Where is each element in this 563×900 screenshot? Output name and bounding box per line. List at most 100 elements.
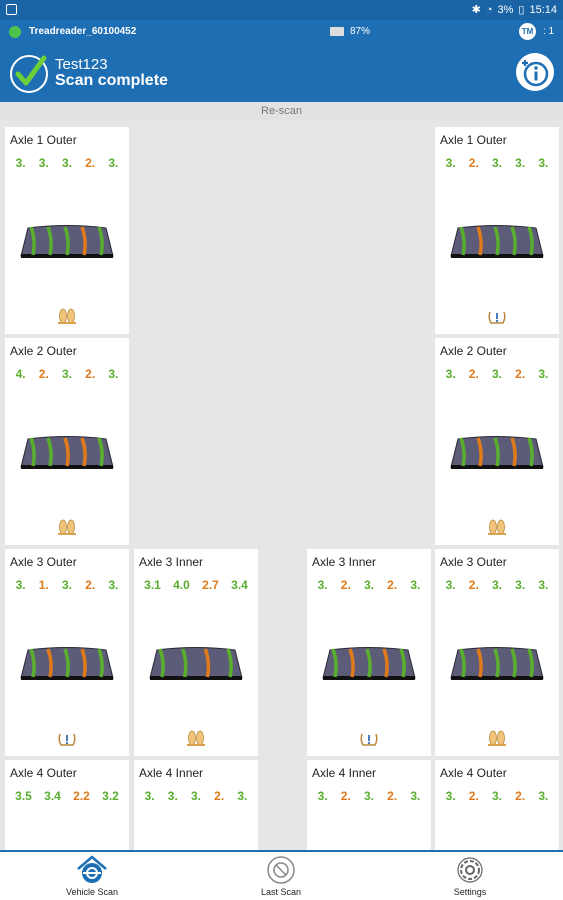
tread-depth-value: 2.2: [73, 789, 90, 803]
pressure-icon: [488, 311, 506, 324]
tread-depth-value: 3.: [15, 578, 26, 592]
tread-depth-value: 3.: [445, 789, 456, 803]
tire-card[interactable]: Axle 1 Outer 3. 2. 3. 3. 3.: [435, 127, 559, 334]
tire-card[interactable]: Axle 2 Outer 3. 2. 3. 2. 3.: [435, 338, 559, 545]
tire-card[interactable]: Axle 4 Outer 3.5 3.4 2.2 3.2: [5, 760, 129, 850]
tread-depth-value: 3.: [491, 789, 502, 803]
tire-tread-icon: [450, 647, 544, 680]
vehicle-scan-icon: [77, 855, 107, 883]
tread-depth-value: 2.: [85, 367, 96, 381]
status-icon-wrap: [487, 730, 507, 753]
tread-depth-value: 3.: [190, 789, 201, 803]
tire-tread-image: [19, 223, 115, 264]
tread-depth-value: 3.: [61, 156, 72, 170]
feet-icon: [187, 730, 205, 746]
nav-settings[interactable]: Settings: [425, 855, 515, 897]
nav-label: Settings: [453, 887, 487, 897]
tread-depth-value: 3.: [491, 578, 502, 592]
status-icon-wrap: [57, 730, 77, 753]
tire-card[interactable]: Axle 3 Outer 3. 1. 3. 2. 3.: [5, 549, 129, 756]
feet-icon: [488, 730, 506, 746]
tread-depth-value: 3.: [61, 367, 72, 381]
status-icon-wrap: [57, 519, 77, 542]
tire-position-label: Axle 4 Outer: [440, 766, 507, 780]
tread-depth-value: 3.: [491, 156, 502, 170]
tread-depth-value: 2.: [468, 367, 479, 381]
tread-depth-value: 3.: [363, 789, 374, 803]
tire-tread-image: [19, 645, 115, 686]
tread-depth-value: 3.: [410, 578, 421, 592]
tire-tread-image: [321, 645, 417, 686]
tire-tread-image: [449, 645, 545, 686]
tread-depth-value: 2.: [515, 367, 526, 381]
tread-depth-row: 3. 1. 3. 2. 3.: [9, 578, 125, 592]
tread-depth-value: 3.4: [231, 578, 248, 592]
tread-depth-value: 3.: [538, 367, 549, 381]
tread-depth-value: 3.: [144, 789, 155, 803]
tire-tread-image: [449, 223, 545, 264]
tread-depth-value: 4.: [15, 367, 26, 381]
tread-depth-row: 3. 2. 3. 3. 3.: [439, 578, 555, 592]
tread-depth-value: 2.7: [202, 578, 219, 592]
tire-position-label: Axle 3 Inner: [139, 555, 204, 569]
tread-depth-value: 4.0: [173, 578, 190, 592]
tire-tread-icon: [322, 647, 416, 680]
tread-depth-row: 3. 2. 3. 2. 3.: [439, 367, 555, 381]
tread-depth-value: 3.2: [102, 789, 119, 803]
tire-card[interactable]: Axle 3 Inner 3.1 4.0 2.7 3.4: [134, 549, 258, 756]
device-bar: Treadreader_60100452 87% TM : 1: [0, 20, 563, 44]
connection-status-icon: [9, 26, 21, 38]
tread-depth-value: 2.: [340, 789, 351, 803]
wifi-icon: ◔: [485, 3, 493, 16]
pressure-icon: [58, 733, 76, 746]
battery-percent: 3%: [497, 3, 514, 16]
feet-icon: [58, 308, 76, 324]
tread-depth-value: 3.: [445, 367, 456, 381]
tire-position-label: Axle 4 Outer: [10, 766, 77, 780]
info-icon[interactable]: [514, 51, 556, 93]
page-title: Scan complete: [55, 72, 168, 89]
tread-depth-value: 3.: [237, 789, 248, 803]
tire-card[interactable]: Axle 3 Outer 3. 2. 3. 3. 3.: [435, 549, 559, 756]
tire-card[interactable]: Axle 3 Inner 3. 2. 3. 2. 3.: [307, 549, 431, 756]
status-icon-wrap: [57, 308, 77, 331]
tread-depth-value: 3.5: [15, 789, 32, 803]
clock: 15:14: [529, 3, 557, 16]
tm-badge-icon[interactable]: TM: [519, 23, 536, 40]
nav-vehicle-scan[interactable]: Vehicle Scan: [47, 855, 137, 897]
tread-depth-row: 3.5 3.4 2.2 3.2: [9, 789, 125, 803]
tread-depth-value: 3.: [317, 578, 328, 592]
tire-card[interactable]: Axle 4 Outer 3. 2. 3. 2. 3.: [435, 760, 559, 850]
tire-tread-icon: [450, 436, 544, 469]
tread-depth-value: 3.: [15, 156, 26, 170]
tread-depth-value: 3.: [108, 367, 119, 381]
status-icon-wrap: [487, 519, 507, 542]
tread-depth-value: 3.1: [144, 578, 161, 592]
pressure-icon: [360, 733, 378, 746]
tread-depth-row: 3.1 4.0 2.7 3.4: [138, 578, 254, 592]
feet-icon: [488, 519, 506, 535]
tread-depth-row: 3. 2. 3. 2. 3.: [311, 789, 427, 803]
rescan-button[interactable]: Re-scan: [0, 102, 563, 120]
tread-depth-value: 3.4: [44, 789, 61, 803]
tread-depth-value: 3.: [108, 578, 119, 592]
tire-position-label: Axle 4 Inner: [312, 766, 377, 780]
tire-card[interactable]: Axle 4 Inner 3. 2. 3. 2. 3.: [307, 760, 431, 850]
tire-card[interactable]: Axle 4 Inner 3. 3. 3. 2. 3.: [134, 760, 258, 850]
status-icon-wrap: [186, 730, 206, 753]
battery-icon: ▯: [518, 4, 525, 16]
tire-tread-icon: [20, 436, 114, 469]
tread-depth-row: 3. 2. 3. 3. 3.: [439, 156, 555, 170]
tread-depth-value: 3.: [167, 789, 178, 803]
tire-position-label: Axle 3 Outer: [10, 555, 77, 569]
tire-card[interactable]: Axle 2 Outer 4. 2. 3. 2. 3.: [5, 338, 129, 545]
tire-card[interactable]: Axle 1 Outer 3. 3. 3. 2. 3.: [5, 127, 129, 334]
scan-name: Test123: [55, 56, 108, 73]
tread-depth-value: 2.: [468, 156, 479, 170]
tread-depth-value: 3.: [363, 578, 374, 592]
tire-position-label: Axle 4 Inner: [139, 766, 204, 780]
tire-tread-icon: [450, 225, 544, 258]
nav-last-scan[interactable]: Last Scan: [236, 855, 326, 897]
tread-depth-value: 1.: [38, 578, 49, 592]
tread-depth-row: 3. 2. 3. 2. 3.: [439, 789, 555, 803]
